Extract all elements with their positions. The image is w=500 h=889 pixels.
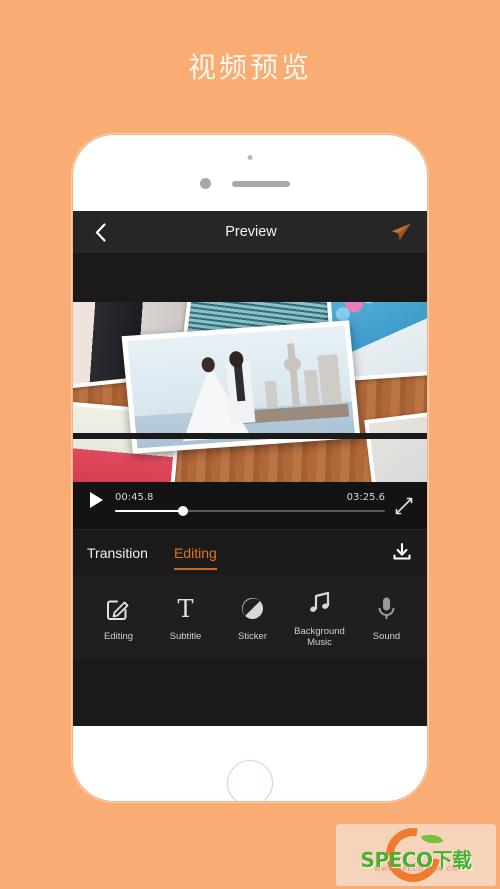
earpiece-speaker	[232, 181, 290, 187]
tool-label: Editing	[103, 631, 134, 642]
tab-bar: Transition Editing	[73, 529, 427, 576]
letterbox-bottom	[73, 433, 427, 439]
tool-label: Sticker	[237, 631, 268, 642]
collage-photo	[364, 408, 427, 482]
letterbox-top	[73, 253, 427, 302]
tool-label: Background Music	[294, 625, 345, 648]
home-button[interactable]	[227, 760, 273, 801]
send-button[interactable]	[387, 218, 415, 246]
page-header-title: Preview	[225, 224, 277, 240]
seek-progress-fill	[115, 509, 183, 512]
microphone-icon	[353, 593, 420, 623]
video-preview-stage[interactable]	[73, 253, 427, 482]
text-t-icon: T	[152, 593, 219, 623]
back-button[interactable]	[87, 219, 113, 245]
tab-transition[interactable]: Transition	[87, 530, 148, 576]
watermark-logo: SPECO下载 WWW.SPECO.COM.CN	[336, 824, 496, 886]
fullscreen-expand-icon	[395, 497, 413, 515]
pencil-square-icon	[85, 593, 152, 623]
total-time: 03:25.6	[346, 491, 385, 503]
app-nav-bar: Preview	[73, 211, 427, 253]
seek-thumb[interactable]	[177, 505, 188, 516]
tab-editing[interactable]: Editing	[173, 530, 217, 576]
phone-mockup: Preview 00:45.8 03:25.6 Transition Editi…	[72, 134, 428, 802]
editing-toolbar: Editing T Subtitle Sticker Background Mu…	[73, 575, 427, 660]
tool-label: Sound	[372, 631, 401, 642]
phone-top-bezel	[73, 135, 427, 211]
watermark-url: WWW.SPECO.COM.CN	[374, 866, 458, 873]
current-time: 00:45.8	[115, 491, 154, 503]
paper-plane-icon	[391, 223, 411, 241]
play-button[interactable]	[87, 490, 105, 510]
download-icon	[393, 542, 411, 560]
tool-sticker[interactable]: Sticker	[219, 593, 286, 642]
fullscreen-button[interactable]	[395, 497, 415, 517]
page-title: 视频预览	[187, 51, 312, 84]
play-icon	[89, 492, 103, 508]
video-collage-frame	[73, 302, 427, 482]
tool-background-music[interactable]: Background Music	[286, 588, 353, 648]
tool-editing[interactable]: Editing	[85, 593, 152, 642]
time-labels: 00:45.8 03:25.6	[115, 492, 385, 503]
sensor-dot-icon	[247, 155, 253, 160]
tool-subtitle[interactable]: T Subtitle	[152, 593, 219, 643]
circle-slash-icon	[219, 593, 286, 623]
seek-row: 00:45.8 03:25.6	[87, 483, 415, 517]
chevron-left-icon	[95, 222, 106, 242]
front-camera-icon	[200, 178, 211, 189]
app-screen: Preview 00:45.8 03:25.6 Transition Editi…	[73, 211, 427, 726]
tool-sound[interactable]: Sound	[353, 593, 420, 642]
seek-bar[interactable]: 00:45.8 03:25.6	[115, 489, 385, 516]
seek-track[interactable]	[115, 505, 385, 516]
music-note-icon	[286, 588, 353, 618]
svg-text:T: T	[177, 595, 193, 622]
tool-label: Subtitle	[169, 631, 202, 642]
download-button[interactable]	[391, 541, 415, 565]
